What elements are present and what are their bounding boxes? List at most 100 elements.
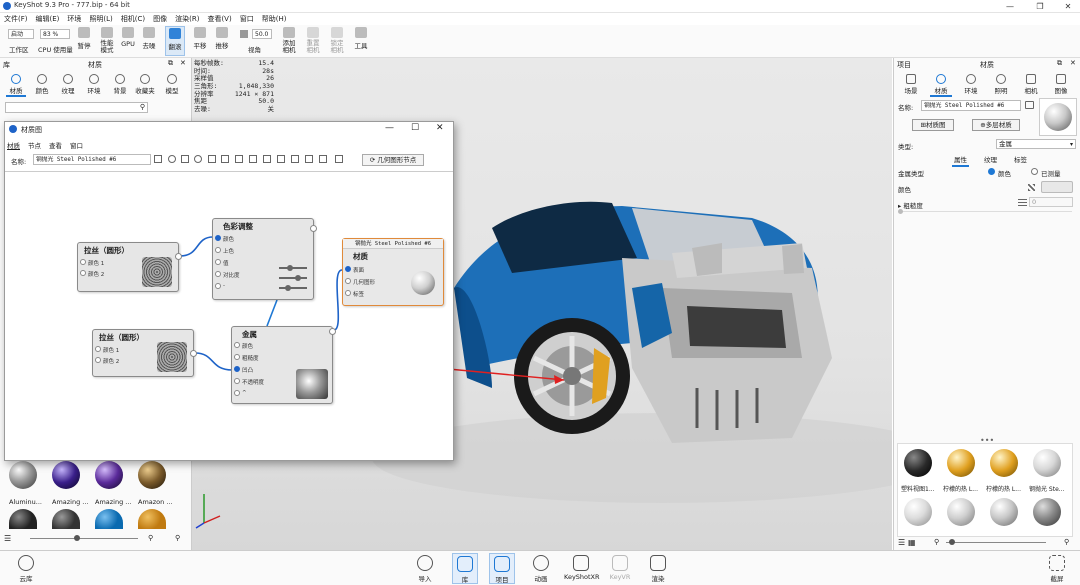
port-color[interactable]: 颜色 xyxy=(215,235,234,243)
multilayer-material-button[interactable]: ⊕多层材质 xyxy=(972,119,1020,131)
menu-render[interactable]: 渲染(R) xyxy=(171,13,203,25)
texture-map-icon[interactable] xyxy=(1028,184,1035,191)
material-thumbnail[interactable] xyxy=(990,449,1018,477)
import-button[interactable]: 导入 xyxy=(414,555,436,583)
library-tab-colors[interactable]: 颜色 xyxy=(32,74,52,95)
port-opacity[interactable]: 不透明度 xyxy=(234,378,264,386)
metal-node[interactable]: 金属 颜色 粗糙度 凹凸 不透明度 ^ xyxy=(231,326,336,404)
close-icon[interactable]: ✕ xyxy=(1054,0,1080,13)
slider-handle[interactable] xyxy=(74,535,80,541)
subtab-labels[interactable]: 标签 xyxy=(1014,154,1027,164)
material-thumbnail[interactable] xyxy=(904,498,932,526)
project-toggle-button[interactable]: 项目 xyxy=(489,553,515,584)
reset-camera-button[interactable]: 重置 相机 xyxy=(304,27,322,54)
cloud-library-button[interactable]: 云库 xyxy=(14,555,38,583)
collapse-icon[interactable] xyxy=(319,155,327,163)
port-label[interactable]: 标签 xyxy=(345,290,364,298)
menu-window[interactable]: 窗口 xyxy=(236,13,258,25)
thumbnail-size-slider[interactable] xyxy=(30,535,138,541)
output-port[interactable] xyxy=(310,225,317,232)
slider-handle[interactable] xyxy=(949,539,955,545)
frame-icon[interactable] xyxy=(305,155,313,163)
material-thumbnail[interactable] xyxy=(1033,498,1061,526)
library-tab-favorites[interactable]: 收藏夹 xyxy=(134,74,156,95)
port-tint[interactable]: 上色 xyxy=(215,247,234,255)
library-tab-materials[interactable]: 材质 xyxy=(6,74,26,97)
keyvr-button[interactable]: KeyVR xyxy=(608,555,632,581)
float-panel-icon[interactable]: ⧉ xyxy=(168,59,173,68)
grid-view-icon[interactable]: ▦ xyxy=(908,538,916,547)
workspace-select[interactable]: 启动 xyxy=(8,29,34,39)
lock-camera-button[interactable]: 锁定 相机 xyxy=(328,27,346,54)
material-name-input[interactable]: 钢抛光 Steel Polished #6 xyxy=(921,100,1021,111)
port-geometry[interactable]: 几何图形 xyxy=(345,278,375,286)
subtab-textures[interactable]: 纹理 xyxy=(984,154,997,164)
project-tab-scene[interactable]: 场景 xyxy=(900,74,922,95)
material-thumbnail[interactable] xyxy=(947,498,975,526)
graph-menu-view[interactable]: 查看 xyxy=(49,142,62,150)
project-tab-environment[interactable]: 环境 xyxy=(960,74,982,95)
close-icon[interactable]: ✕ xyxy=(436,123,444,133)
material-thumbnail[interactable] xyxy=(9,509,37,529)
output-port[interactable] xyxy=(329,328,336,335)
output-port[interactable] xyxy=(190,350,197,357)
animation-button[interactable]: 动画 xyxy=(530,555,552,583)
color-swatch[interactable] xyxy=(1041,181,1073,193)
layout-icon[interactable] xyxy=(291,155,299,163)
performance-mode-button[interactable]: 性能 模式 xyxy=(98,27,116,54)
port-collapse[interactable]: ^ xyxy=(234,390,247,396)
screenshot-button[interactable]: 截屏 xyxy=(1044,555,1070,583)
menu-view[interactable]: 查看(V) xyxy=(203,13,235,25)
duplicate-icon[interactable] xyxy=(277,155,285,163)
list-view-icon[interactable]: ☰ xyxy=(4,534,11,543)
material-thumbnail[interactable] xyxy=(9,461,37,489)
zoom-out-icon[interactable]: ⚲ xyxy=(934,538,939,546)
list-view-icon[interactable]: ☰ xyxy=(898,538,905,547)
project-tab-material[interactable]: 材质 xyxy=(930,74,952,97)
radio-color-selected[interactable] xyxy=(988,168,995,175)
trash-icon[interactable] xyxy=(235,155,243,163)
material-thumbnail[interactable] xyxy=(904,449,932,477)
port-color-1[interactable]: 颜色 1 xyxy=(95,346,119,354)
library-tab-environments[interactable]: 环境 xyxy=(84,74,104,95)
port-color-2[interactable]: 颜色 2 xyxy=(95,357,119,365)
graph-menu-material[interactable]: 材质 xyxy=(7,142,20,150)
port-bump[interactable]: 凹凸 xyxy=(234,366,253,374)
radio-measured[interactable] xyxy=(1031,168,1038,175)
menu-lighting[interactable]: 照明(L) xyxy=(85,13,116,25)
warning-icon[interactable] xyxy=(221,155,229,163)
thumbnail-size-slider[interactable] xyxy=(946,539,1046,545)
zoom-out-icon[interactable]: ⚲ xyxy=(148,534,153,542)
brush-node-1[interactable]: 拉丝（圆形） 颜色 1 颜色 2 xyxy=(77,242,182,292)
menu-camera[interactable]: 相机(C) xyxy=(117,13,149,25)
library-search-input[interactable]: ⚲ xyxy=(5,102,148,113)
fork-icon[interactable] xyxy=(335,155,343,163)
material-output-node[interactable]: 钢抛光 Steel Polished #6 材质 表面 几何图形 标签 xyxy=(342,238,444,306)
menu-edit[interactable]: 编辑(E) xyxy=(32,13,64,25)
bulb-icon[interactable] xyxy=(168,155,176,163)
graph-menu-window[interactable]: 窗口 xyxy=(70,142,83,150)
tumble-button[interactable]: 翻滚 xyxy=(165,26,185,56)
minimize-icon[interactable]: — xyxy=(996,0,1024,13)
material-thumbnail[interactable] xyxy=(990,498,1018,526)
port-color-2[interactable]: 颜色 2 xyxy=(80,270,104,278)
menu-help[interactable]: 帮助(H) xyxy=(258,13,291,25)
graph-menu-node[interactable]: 节点 xyxy=(28,142,41,150)
paste-node-icon[interactable] xyxy=(263,155,271,163)
target-icon[interactable] xyxy=(194,155,202,163)
render-button[interactable]: 渲染 xyxy=(646,555,670,583)
close-panel-icon[interactable]: ✕ xyxy=(1070,59,1076,67)
slider-handle[interactable] xyxy=(898,209,903,214)
material-thumbnail[interactable] xyxy=(138,461,166,489)
geometry-node-button[interactable]: ⟳ 几何图形节点 xyxy=(362,154,424,166)
fov-input[interactable]: 50.0 xyxy=(252,29,272,39)
port-more[interactable]: - xyxy=(215,283,225,289)
node-graph-canvas[interactable]: 拉丝（圆形） 颜色 1 颜色 2 色彩调整 颜色 上色 值 对比度 - 拉丝（圆… xyxy=(5,171,453,460)
slider-settings-icon[interactable] xyxy=(1018,198,1027,206)
save-material-icon[interactable] xyxy=(1025,101,1034,109)
zoom-in-icon[interactable]: ⚲ xyxy=(1064,538,1069,546)
denoise-button[interactable]: 去噪 xyxy=(141,27,157,50)
project-tab-image[interactable]: 图像 xyxy=(1050,74,1072,95)
menu-environment[interactable]: 环境 xyxy=(63,13,85,25)
library-toggle-button[interactable]: 库 xyxy=(452,553,478,584)
